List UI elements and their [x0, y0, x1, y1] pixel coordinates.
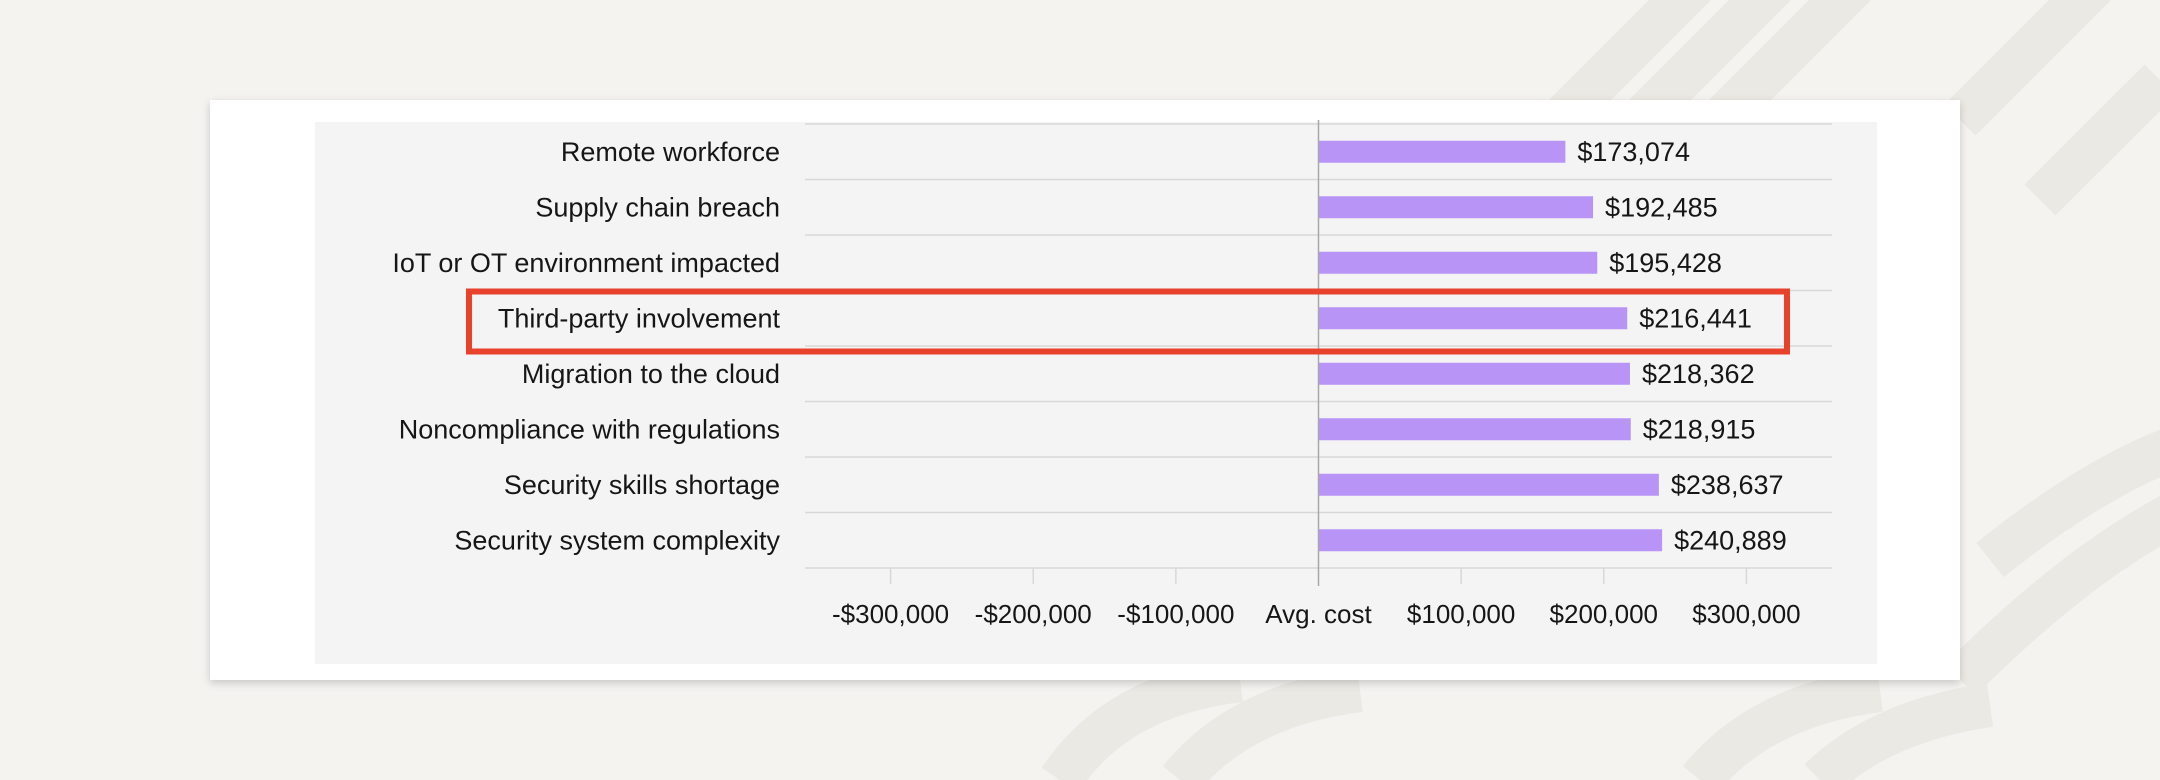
value-label: $173,074 [1577, 137, 1690, 167]
bar [1318, 251, 1598, 274]
bar [1318, 529, 1663, 552]
category-label: Security system complexity [454, 525, 780, 555]
bar [1318, 140, 1566, 163]
x-tick-label: -$200,000 [975, 599, 1092, 629]
bar-chart: Remote workforce $173,074 Supply chain bre… [392, 120, 1832, 629]
value-label: $195,428 [1609, 248, 1722, 278]
bar [1318, 196, 1594, 219]
category-label: Noncompliance with regulations [399, 414, 780, 444]
category-label: Third-party involvement [498, 303, 781, 333]
x-tick-label: -$300,000 [832, 599, 949, 629]
chart-card: Remote workforce $173,074 Supply chain bre… [210, 100, 1960, 680]
value-label: $240,889 [1674, 525, 1787, 555]
x-tick-label: -$100,000 [1117, 599, 1234, 629]
category-label: Security skills shortage [504, 470, 780, 500]
value-label: $218,915 [1643, 414, 1756, 444]
value-label: $238,637 [1671, 470, 1784, 500]
x-tick-label: Avg. cost [1265, 599, 1372, 629]
value-label: $216,441 [1639, 303, 1752, 333]
category-label: Supply chain breach [535, 192, 780, 222]
bar [1318, 307, 1628, 330]
category-label: Migration to the cloud [522, 359, 780, 389]
x-tick-label: $300,000 [1692, 599, 1800, 629]
x-tick-label: $100,000 [1407, 599, 1515, 629]
category-label: IoT or OT environment impacted [392, 248, 780, 278]
bar [1318, 418, 1631, 441]
bar [1318, 362, 1630, 385]
category-label: Remote workforce [561, 137, 780, 167]
chart-panel: Remote workforce $173,074 Supply chain bre… [315, 120, 1877, 664]
bar [1318, 473, 1659, 496]
x-tick-label: $200,000 [1550, 599, 1658, 629]
value-label: $218,362 [1642, 359, 1755, 389]
value-label: $192,485 [1605, 192, 1718, 222]
